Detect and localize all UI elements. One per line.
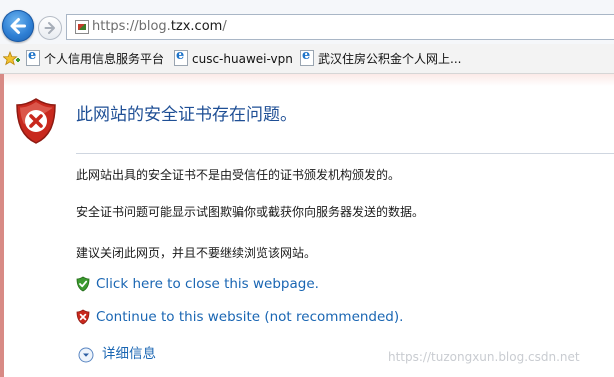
url-text[interactable]: https://blog.tzx.com/: [92, 18, 227, 36]
url-suffix: /: [222, 19, 227, 34]
watermark-text: https://tuzongxun.blog.csdn.net: [388, 350, 580, 364]
error-top-shade: [4, 74, 614, 86]
favorite-label: cusc-huawei-vpn: [192, 52, 293, 66]
ie-page-icon: [300, 48, 314, 66]
favorite-link-vpn[interactable]: cusc-huawei-vpn: [174, 48, 293, 68]
ie-page-icon: [174, 48, 188, 66]
explanation-text-risk: 安全证书问题可能显示试图欺骗你或截获你向服务器发送的数据。: [76, 205, 425, 219]
favorite-label: 武汉住房公积金个人网上...: [318, 52, 462, 66]
explanation-text-untrusted-ca: 此网站出具的安全证书不是由受信任的证书颁发机构颁发的。: [76, 168, 401, 182]
address-bar[interactable]: https://blog.tzx.com/: [66, 14, 614, 40]
more-information-text: 详细信息: [102, 346, 156, 362]
error-accent-bar: [0, 74, 4, 377]
recommendation-text: 建议关闭此网页，并且不要继续浏览该网站。: [76, 246, 317, 260]
title-divider: [76, 153, 614, 154]
favorite-label: 个人信用信息服务平台: [44, 52, 165, 66]
favorite-link-housing-fund[interactable]: 武汉住房公积金个人网上...: [300, 48, 462, 68]
security-shield-error-icon: [16, 98, 56, 144]
url-prefix: https://blog.: [92, 19, 171, 34]
back-arrow-icon: [10, 18, 26, 34]
chevron-down-circle-icon: [78, 347, 94, 363]
favorites-star-icon[interactable]: [3, 51, 21, 67]
url-domain: tzx.com: [170, 19, 223, 34]
back-button[interactable]: [2, 10, 34, 42]
ie-page-icon: [26, 48, 40, 66]
close-webpage-link-text: Click here to close this webpage.: [96, 276, 319, 292]
red-shield-x-icon: [76, 309, 90, 325]
green-shield-check-icon: [76, 276, 90, 292]
forward-arrow-icon: [44, 22, 55, 34]
browser-toolbar: https://blog.tzx.com/: [0, 0, 614, 44]
favorites-bar: 个人信用信息服务平台 cusc-huawei-vpn 武汉住房公积金个人网上..…: [0, 44, 614, 74]
favorite-link-credit[interactable]: 个人信用信息服务平台: [26, 48, 165, 68]
page-title: 此网站的安全证书存在问题。: [76, 105, 297, 125]
forward-button[interactable]: [38, 16, 62, 40]
site-favicon-icon: [75, 20, 89, 34]
continue-to-website-link-text: Continue to this website (not recommende…: [96, 309, 404, 325]
